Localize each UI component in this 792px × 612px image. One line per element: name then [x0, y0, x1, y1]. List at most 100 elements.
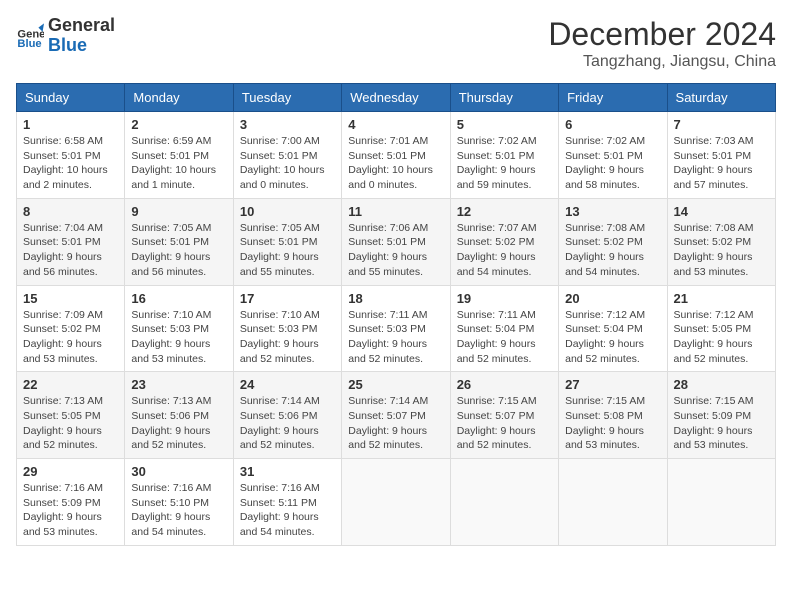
day-number: 6	[565, 117, 660, 132]
day-info: Sunrise: 7:08 AM Sunset: 5:02 PM Dayligh…	[674, 221, 769, 280]
day-info: Sunrise: 7:02 AM Sunset: 5:01 PM Dayligh…	[457, 134, 552, 193]
day-number: 30	[131, 464, 226, 479]
day-cell: 30 Sunrise: 7:16 AM Sunset: 5:10 PM Dayli…	[125, 459, 233, 546]
day-cell: 1Sunrise: 6:58 AM Sunset: 5:01 PM Daylig…	[17, 112, 125, 199]
day-info: Sunrise: 7:14 AM Sunset: 5:06 PM Dayligh…	[240, 394, 335, 453]
day-info: Sunrise: 7:11 AM Sunset: 5:03 PM Dayligh…	[348, 308, 443, 367]
day-number: 16	[131, 291, 226, 306]
day-info: Sunrise: 7:15 AM Sunset: 5:07 PM Dayligh…	[457, 394, 552, 453]
day-cell: 17Sunrise: 7:10 AM Sunset: 5:03 PM Dayli…	[233, 285, 341, 372]
day-number: 26	[457, 377, 552, 392]
header-row: SundayMondayTuesdayWednesdayThursdayFrid…	[17, 84, 776, 112]
day-info: Sunrise: 6:58 AM Sunset: 5:01 PM Dayligh…	[23, 134, 118, 193]
day-info: Sunrise: 7:16 AM Sunset: 5:09 PM Dayligh…	[23, 481, 118, 540]
day-cell: 10Sunrise: 7:05 AM Sunset: 5:01 PM Dayli…	[233, 198, 341, 285]
day-number: 8	[23, 204, 118, 219]
location: Tangzhang, Jiangsu, China	[548, 53, 776, 71]
day-cell: 13 Sunrise: 7:08 AM Sunset: 5:02 PM Dayli…	[559, 198, 667, 285]
day-cell: 27 Sunrise: 7:15 AM Sunset: 5:08 PM Dayli…	[559, 372, 667, 459]
month-title: December 2024	[548, 16, 776, 53]
day-cell: 16Sunrise: 7:10 AM Sunset: 5:03 PM Dayli…	[125, 285, 233, 372]
day-info: Sunrise: 7:15 AM Sunset: 5:09 PM Dayligh…	[674, 394, 769, 453]
day-number: 28	[674, 377, 769, 392]
col-header-sunday: Sunday	[17, 84, 125, 112]
day-number: 4	[348, 117, 443, 132]
day-number: 23	[131, 377, 226, 392]
col-header-tuesday: Tuesday	[233, 84, 341, 112]
day-cell: 5 Sunrise: 7:02 AM Sunset: 5:01 PM Daylig…	[450, 112, 558, 199]
day-cell: 4 Sunrise: 7:01 AM Sunset: 5:01 PM Daylig…	[342, 112, 450, 199]
day-cell: 18 Sunrise: 7:11 AM Sunset: 5:03 PM Dayli…	[342, 285, 450, 372]
day-number: 12	[457, 204, 552, 219]
day-cell	[667, 459, 775, 546]
day-info: Sunrise: 6:59 AM Sunset: 5:01 PM Dayligh…	[131, 134, 226, 193]
day-cell: 20 Sunrise: 7:12 AM Sunset: 5:04 PM Dayli…	[559, 285, 667, 372]
day-cell: 9 Sunrise: 7:05 AM Sunset: 5:01 PM Daylig…	[125, 198, 233, 285]
day-cell: 15 Sunrise: 7:09 AM Sunset: 5:02 PM Dayli…	[17, 285, 125, 372]
day-info: Sunrise: 7:16 AM Sunset: 5:10 PM Dayligh…	[131, 481, 226, 540]
day-number: 15	[23, 291, 118, 306]
day-number: 21	[674, 291, 769, 306]
day-info: Sunrise: 7:12 AM Sunset: 5:05 PM Dayligh…	[674, 308, 769, 367]
day-cell: 12Sunrise: 7:07 AM Sunset: 5:02 PM Dayli…	[450, 198, 558, 285]
day-number: 9	[131, 204, 226, 219]
week-row-4: 22Sunrise: 7:13 AM Sunset: 5:05 PM Dayli…	[17, 372, 776, 459]
col-header-friday: Friday	[559, 84, 667, 112]
logo: General Blue General Blue	[16, 16, 115, 56]
day-info: Sunrise: 7:00 AM Sunset: 5:01 PM Dayligh…	[240, 134, 335, 193]
day-info: Sunrise: 7:10 AM Sunset: 5:03 PM Dayligh…	[240, 308, 335, 367]
day-number: 20	[565, 291, 660, 306]
day-cell: 31 Sunrise: 7:16 AM Sunset: 5:11 PM Dayli…	[233, 459, 341, 546]
day-number: 3	[240, 117, 335, 132]
day-number: 11	[348, 204, 443, 219]
day-cell	[342, 459, 450, 546]
day-number: 29	[23, 464, 118, 479]
day-info: Sunrise: 7:01 AM Sunset: 5:01 PM Dayligh…	[348, 134, 443, 193]
day-cell: 8Sunrise: 7:04 AM Sunset: 5:01 PM Daylig…	[17, 198, 125, 285]
day-cell: 3 Sunrise: 7:00 AM Sunset: 5:01 PM Daylig…	[233, 112, 341, 199]
logo-general: General	[48, 16, 115, 36]
day-info: Sunrise: 7:13 AM Sunset: 5:06 PM Dayligh…	[131, 394, 226, 453]
day-info: Sunrise: 7:05 AM Sunset: 5:01 PM Dayligh…	[131, 221, 226, 280]
day-info: Sunrise: 7:16 AM Sunset: 5:11 PM Dayligh…	[240, 481, 335, 540]
day-cell: 29 Sunrise: 7:16 AM Sunset: 5:09 PM Dayli…	[17, 459, 125, 546]
day-cell: 28 Sunrise: 7:15 AM Sunset: 5:09 PM Dayli…	[667, 372, 775, 459]
calendar: SundayMondayTuesdayWednesdayThursdayFrid…	[16, 83, 776, 546]
week-row-5: 29 Sunrise: 7:16 AM Sunset: 5:09 PM Dayli…	[17, 459, 776, 546]
logo-blue: Blue	[48, 36, 115, 56]
title-block: December 2024 Tangzhang, Jiangsu, China	[548, 16, 776, 71]
day-cell	[559, 459, 667, 546]
day-number: 7	[674, 117, 769, 132]
col-header-thursday: Thursday	[450, 84, 558, 112]
day-cell: 11Sunrise: 7:06 AM Sunset: 5:01 PM Dayli…	[342, 198, 450, 285]
day-cell: 25 Sunrise: 7:14 AM Sunset: 5:07 PM Dayli…	[342, 372, 450, 459]
day-number: 13	[565, 204, 660, 219]
day-info: Sunrise: 7:12 AM Sunset: 5:04 PM Dayligh…	[565, 308, 660, 367]
day-number: 31	[240, 464, 335, 479]
day-info: Sunrise: 7:15 AM Sunset: 5:08 PM Dayligh…	[565, 394, 660, 453]
day-info: Sunrise: 7:02 AM Sunset: 5:01 PM Dayligh…	[565, 134, 660, 193]
day-info: Sunrise: 7:05 AM Sunset: 5:01 PM Dayligh…	[240, 221, 335, 280]
logo-icon: General Blue	[16, 22, 44, 50]
day-info: Sunrise: 7:14 AM Sunset: 5:07 PM Dayligh…	[348, 394, 443, 453]
day-cell: 6 Sunrise: 7:02 AM Sunset: 5:01 PM Daylig…	[559, 112, 667, 199]
day-number: 5	[457, 117, 552, 132]
day-number: 22	[23, 377, 118, 392]
day-cell: 7Sunrise: 7:03 AM Sunset: 5:01 PM Daylig…	[667, 112, 775, 199]
col-header-saturday: Saturday	[667, 84, 775, 112]
day-number: 24	[240, 377, 335, 392]
week-row-1: 1Sunrise: 6:58 AM Sunset: 5:01 PM Daylig…	[17, 112, 776, 199]
day-cell	[450, 459, 558, 546]
day-number: 18	[348, 291, 443, 306]
day-number: 27	[565, 377, 660, 392]
day-number: 25	[348, 377, 443, 392]
day-cell: 22Sunrise: 7:13 AM Sunset: 5:05 PM Dayli…	[17, 372, 125, 459]
day-cell: 21 Sunrise: 7:12 AM Sunset: 5:05 PM Dayli…	[667, 285, 775, 372]
day-cell: 24 Sunrise: 7:14 AM Sunset: 5:06 PM Dayli…	[233, 372, 341, 459]
day-number: 19	[457, 291, 552, 306]
col-header-wednesday: Wednesday	[342, 84, 450, 112]
week-row-3: 15 Sunrise: 7:09 AM Sunset: 5:02 PM Dayli…	[17, 285, 776, 372]
day-info: Sunrise: 7:08 AM Sunset: 5:02 PM Dayligh…	[565, 221, 660, 280]
day-info: Sunrise: 7:09 AM Sunset: 5:02 PM Dayligh…	[23, 308, 118, 367]
col-header-monday: Monday	[125, 84, 233, 112]
